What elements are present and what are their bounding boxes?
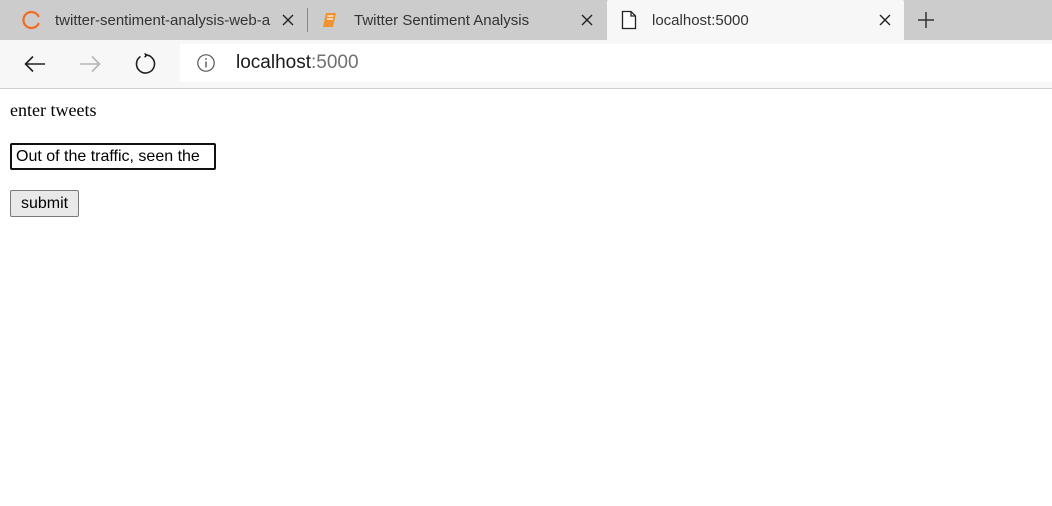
tweet-input[interactable] xyxy=(10,143,216,170)
loading-spinner-icon xyxy=(22,10,42,30)
arrow-left-icon xyxy=(24,55,46,73)
tab-twitter-sentiment-analysis-web-app[interactable]: twitter-sentiment-analysis-web-a xyxy=(0,0,306,40)
refresh-button[interactable] xyxy=(129,48,161,80)
url-text: localhost:5000 xyxy=(236,53,359,73)
forward-button[interactable] xyxy=(74,48,106,80)
info-icon[interactable] xyxy=(196,53,216,73)
close-tab-icon[interactable] xyxy=(577,10,597,30)
url-host: localhost xyxy=(236,52,311,73)
page-icon xyxy=(619,10,639,30)
browser-toolbar: localhost:5000 xyxy=(0,40,1052,89)
notebook-icon xyxy=(320,10,340,30)
tab-localhost-5000[interactable]: localhost:5000 xyxy=(607,0,904,40)
refresh-icon xyxy=(134,53,156,75)
tab-title: Twitter Sentiment Analysis xyxy=(354,11,530,29)
tab-strip: twitter-sentiment-analysis-web-a Twitter… xyxy=(0,0,1052,40)
new-tab-button[interactable] xyxy=(912,6,940,34)
tab-title: twitter-sentiment-analysis-web-a xyxy=(55,11,271,29)
url-port: :5000 xyxy=(311,52,359,73)
back-button[interactable] xyxy=(19,48,51,80)
close-tab-icon[interactable] xyxy=(875,10,895,30)
arrow-right-icon xyxy=(79,55,101,73)
submit-button[interactable]: submit xyxy=(10,190,79,217)
enter-tweets-label: enter tweets xyxy=(10,100,97,120)
tab-title: localhost:5000 xyxy=(652,11,749,29)
page-content: enter tweets submit xyxy=(0,89,1052,506)
address-bar[interactable]: localhost:5000 xyxy=(180,44,1052,82)
close-tab-icon[interactable] xyxy=(278,10,298,30)
plus-icon xyxy=(917,11,935,29)
tab-twitter-sentiment-analysis[interactable]: Twitter Sentiment Analysis xyxy=(308,0,606,40)
